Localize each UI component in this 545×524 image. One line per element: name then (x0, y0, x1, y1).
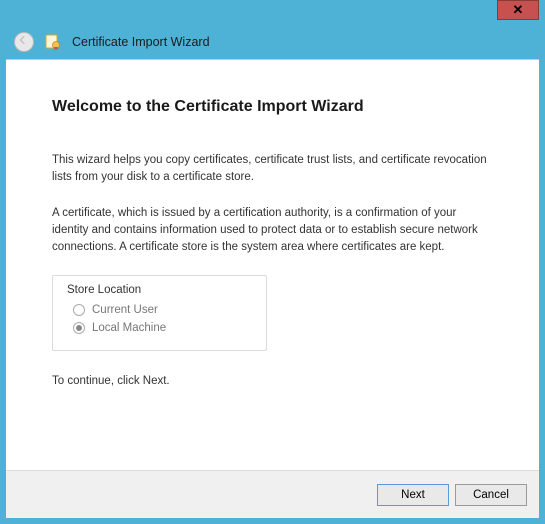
intro-text: This wizard helps you copy certificates,… (52, 152, 493, 185)
page-heading: Welcome to the Certificate Import Wizard (52, 98, 493, 116)
radio-icon (73, 322, 85, 334)
next-button[interactable]: Next (377, 484, 449, 506)
explanation-text: A certificate, which is issued by a cert… (52, 205, 493, 255)
continue-text: To continue, click Next. (52, 375, 493, 387)
titlebar: ✕ (0, 0, 545, 26)
window-title: Certificate Import Wizard (72, 35, 210, 49)
content-frame: Welcome to the Certificate Import Wizard… (6, 59, 539, 518)
radio-label: Local Machine (92, 322, 166, 334)
store-location-group: Store Location Current User Local Machin… (52, 275, 267, 351)
certificate-icon (44, 33, 62, 51)
close-button[interactable]: ✕ (497, 0, 539, 20)
radio-local-machine: Local Machine (73, 322, 252, 334)
footer: Next Cancel (6, 470, 539, 518)
content-area: Welcome to the Certificate Import Wizard… (6, 60, 539, 470)
back-button (14, 32, 34, 52)
radio-label: Current User (92, 304, 158, 316)
radio-current-user: Current User (73, 304, 252, 316)
wizard-window: ✕ Certificate Import Wizard Welcome to t… (0, 0, 545, 524)
cancel-button[interactable]: Cancel (455, 484, 527, 506)
radio-icon (73, 304, 85, 316)
header: Certificate Import Wizard (0, 26, 545, 58)
store-location-label: Store Location (67, 284, 252, 296)
close-icon: ✕ (513, 2, 524, 18)
